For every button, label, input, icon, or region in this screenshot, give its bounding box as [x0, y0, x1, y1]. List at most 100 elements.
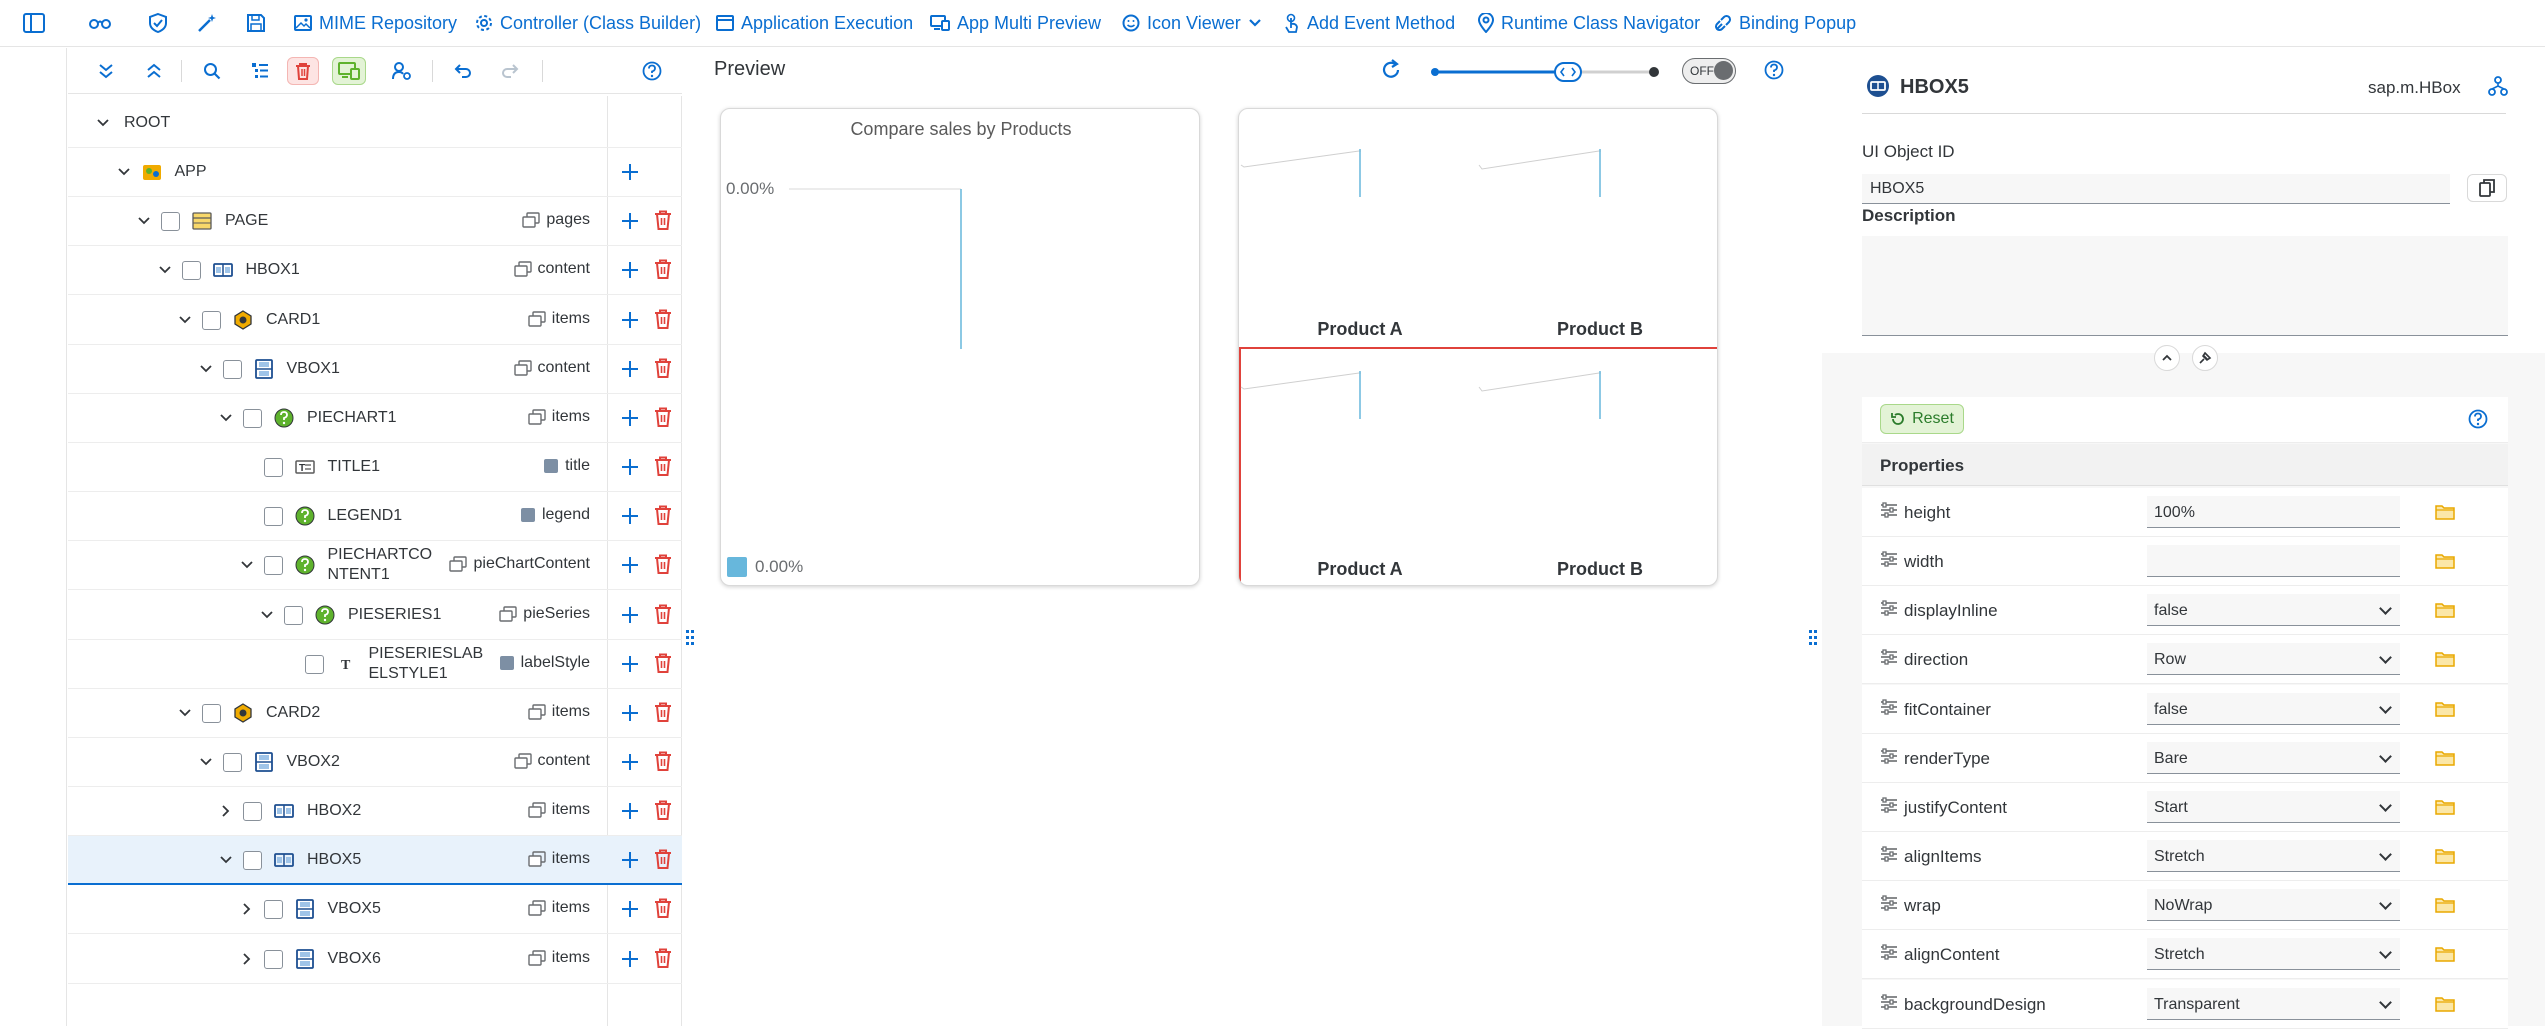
- chevron-right-icon[interactable]: [240, 902, 254, 916]
- chevron-down-icon[interactable]: [219, 853, 233, 867]
- glasses-icon[interactable]: [86, 10, 114, 36]
- property-select[interactable]: Transparent: [2147, 987, 2400, 1020]
- application-execution-button[interactable]: Application Execution: [716, 8, 913, 38]
- expand-all-icon[interactable]: [92, 58, 120, 84]
- tree-row[interactable]: HBOX5 items: [68, 836, 682, 886]
- row-checkbox[interactable]: [202, 703, 221, 723]
- tree-row[interactable]: CARD2 items: [68, 689, 682, 738]
- property-input[interactable]: [2147, 545, 2400, 578]
- property-input[interactable]: 100%: [2147, 496, 2400, 528]
- folder-binding-icon[interactable]: [2435, 700, 2455, 717]
- folder-binding-icon[interactable]: [2435, 847, 2455, 864]
- folder-binding-icon[interactable]: [2435, 601, 2455, 619]
- chevron-right-icon[interactable]: [219, 804, 233, 818]
- add-child-icon[interactable]: [620, 801, 640, 821]
- row-checkbox[interactable]: [243, 802, 262, 822]
- chevron-down-icon[interactable]: [178, 706, 192, 720]
- ui-object-id-field[interactable]: HBOX5: [1862, 174, 2450, 204]
- folder-binding-icon[interactable]: [2435, 945, 2455, 963]
- reset-button[interactable]: Reset: [1880, 404, 1964, 434]
- chevron-down-icon[interactable]: [199, 755, 213, 769]
- property-select[interactable]: Row: [2147, 643, 2400, 676]
- delete-node-icon[interactable]: [654, 604, 674, 626]
- add-child-icon[interactable]: [620, 310, 640, 330]
- delete-node-icon[interactable]: [654, 849, 674, 871]
- description-field[interactable]: [1862, 236, 2508, 336]
- screen-preview-icon[interactable]: [332, 57, 366, 85]
- icon-viewer-button[interactable]: Icon Viewer: [1122, 8, 1262, 38]
- controller-class-builder-button[interactable]: Controller (Class Builder): [475, 8, 701, 38]
- undo-icon[interactable]: [449, 58, 477, 84]
- row-checkbox[interactable]: [263, 556, 283, 576]
- row-checkbox[interactable]: [263, 458, 283, 478]
- property-select[interactable]: Stretch: [2147, 840, 2400, 873]
- collapse-all-icon[interactable]: [140, 58, 168, 84]
- shield-check-icon[interactable]: [144, 10, 172, 36]
- tree-row[interactable]: PIESERIES1 pieSeries: [68, 591, 682, 640]
- add-child-icon[interactable]: [620, 359, 640, 379]
- tree-row[interactable]: APP: [68, 148, 682, 198]
- binding-popup-button[interactable]: Binding Popup: [1714, 8, 1856, 38]
- delete-node-icon[interactable]: [654, 505, 674, 527]
- folder-binding-icon[interactable]: [2435, 552, 2455, 569]
- search-icon[interactable]: [198, 58, 226, 84]
- tree-row[interactable]: VBOX5 items: [68, 885, 682, 935]
- property-select[interactable]: NoWrap: [2147, 889, 2400, 922]
- property-select[interactable]: Stretch: [2147, 938, 2400, 971]
- splitter-handle-left[interactable]: [685, 96, 695, 996]
- folder-binding-icon[interactable]: [2435, 749, 2455, 766]
- folder-binding-icon[interactable]: [2435, 995, 2455, 1012]
- add-child-icon[interactable]: [620, 555, 640, 575]
- delete-node-icon[interactable]: [654, 751, 674, 773]
- help-icon[interactable]: [638, 58, 666, 84]
- preview-switch[interactable]: OFF: [1682, 58, 1736, 84]
- tree-row[interactable]: VBOX2 content: [68, 738, 682, 787]
- tree-row[interactable]: CARD1 items: [68, 296, 682, 345]
- chevron-down-icon[interactable]: [158, 263, 172, 277]
- chevron-down-icon[interactable]: [260, 608, 274, 622]
- chevron-down-icon[interactable]: [96, 116, 110, 130]
- add-child-icon[interactable]: [620, 506, 640, 526]
- property-select[interactable]: false: [2147, 692, 2400, 725]
- sidebar-toggle-icon[interactable]: [20, 10, 48, 36]
- delete-icon[interactable]: [287, 57, 319, 85]
- row-checkbox[interactable]: [263, 949, 283, 969]
- row-checkbox[interactable]: [263, 900, 283, 920]
- row-checkbox[interactable]: [243, 408, 262, 428]
- user-settings-icon[interactable]: [388, 58, 416, 84]
- property-select[interactable]: Bare: [2147, 741, 2400, 774]
- help-icon[interactable]: [1764, 60, 1784, 80]
- row-checkbox[interactable]: [222, 752, 242, 772]
- delete-node-icon[interactable]: [654, 407, 674, 429]
- delete-node-icon[interactable]: [654, 309, 674, 331]
- pie-chart-card[interactable]: Compare sales by Products 0.00% 0.00%: [720, 108, 1200, 586]
- save-icon[interactable]: [242, 10, 270, 36]
- chevron-down-icon[interactable]: [117, 165, 131, 179]
- folder-binding-icon[interactable]: [2435, 896, 2455, 913]
- row-checkbox[interactable]: [284, 605, 303, 625]
- delete-node-icon[interactable]: [654, 653, 674, 675]
- tree-row[interactable]: VBOX6 items: [68, 935, 682, 984]
- chevron-down-icon[interactable]: [199, 362, 213, 376]
- add-child-icon[interactable]: [620, 211, 640, 231]
- product-card[interactable]: Product A Product B Product A Product B: [1238, 108, 1718, 586]
- tree-row[interactable]: HBOX1 content: [68, 246, 682, 296]
- hbox5-selected-outline[interactable]: Product A Product B: [1239, 347, 1717, 585]
- refresh-icon[interactable]: [1380, 59, 1402, 81]
- folder-binding-icon[interactable]: [2435, 503, 2455, 520]
- add-child-icon[interactable]: [620, 703, 640, 723]
- delete-node-icon[interactable]: [654, 210, 674, 232]
- outline-list-icon[interactable]: [246, 58, 274, 84]
- help-icon[interactable]: [2468, 409, 2488, 429]
- tree-row[interactable]: ROOT: [68, 99, 682, 148]
- collapse-header-icon[interactable]: [2154, 345, 2180, 371]
- folder-binding-icon[interactable]: [2435, 650, 2455, 668]
- row-checkbox[interactable]: [181, 261, 201, 281]
- runtime-class-navigator-button[interactable]: Runtime Class Navigator: [1478, 8, 1700, 38]
- add-child-icon[interactable]: [620, 850, 640, 870]
- add-child-icon[interactable]: [620, 899, 640, 919]
- add-child-icon[interactable]: [620, 949, 640, 969]
- redo-icon[interactable]: [496, 58, 524, 84]
- copy-icon[interactable]: [2467, 174, 2507, 202]
- row-checkbox[interactable]: [202, 310, 221, 330]
